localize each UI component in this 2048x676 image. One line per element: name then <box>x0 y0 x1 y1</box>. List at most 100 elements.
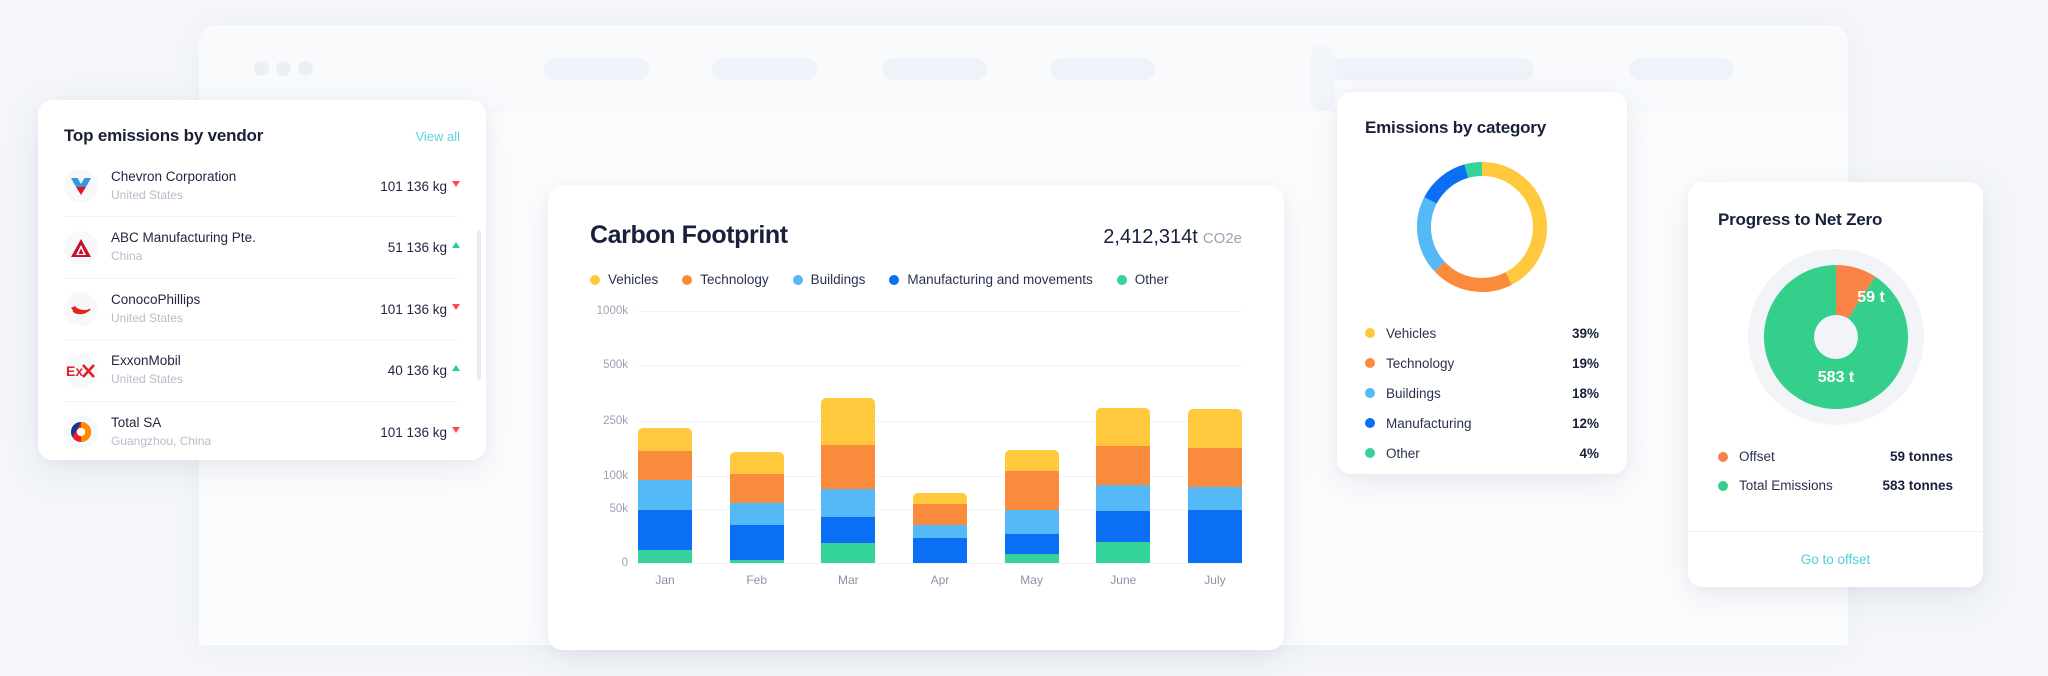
bar-column[interactable] <box>729 311 784 563</box>
total-unit: CO2e <box>1202 230 1242 247</box>
vendor-name: Chevron Corporation <box>111 169 237 184</box>
bar-segment <box>912 525 967 539</box>
y-axis: 0 50k 100k 250k 500k 1000k <box>590 305 634 569</box>
bar-column[interactable] <box>1187 311 1242 563</box>
vendor-value: 101 136 kg <box>380 302 460 317</box>
vendor-name: ExxonMobil <box>111 353 181 369</box>
legend-color-dot <box>1365 328 1375 338</box>
net-zero-donut-hole <box>1813 315 1858 359</box>
bar-segment <box>1187 486 1242 510</box>
vendor-row[interactable]: Total SA Guangzhou, China 101 136 kg <box>64 402 460 460</box>
stacked-bar[interactable] <box>638 428 692 563</box>
category-legend-row[interactable]: Vehicles 39% <box>1365 318 1599 348</box>
net-zero-legend: Offset 59 tonnes Total Emissions 583 tonnes <box>1688 432 1983 500</box>
category-legend-row[interactable]: Buildings 18% <box>1365 378 1599 408</box>
vendor-card-header: Top emissions by vendor View all <box>38 100 486 156</box>
x-axis-tick-label: Jan <box>655 573 675 587</box>
window-dot <box>276 61 291 76</box>
legend-item[interactable]: Manufacturing and movements <box>889 272 1093 287</box>
vendor-row[interactable]: ABC Manufacturing Pte. China 51 136 kg <box>64 217 460 279</box>
x-axis-tick-label: May <box>1020 573 1043 587</box>
vendor-value: 101 136 kg <box>380 425 460 440</box>
legend-item[interactable]: Technology <box>682 272 769 287</box>
vendor-row[interactable]: Chevron Corporation United States 101 13… <box>64 156 460 218</box>
total-emissions-value-label: 583 t <box>1817 369 1854 386</box>
carbon-footprint-header: Carbon Footprint 2,412,314t CO2e <box>548 185 1284 250</box>
bar-segment <box>729 559 784 563</box>
stacked-bars <box>638 311 1242 563</box>
category-label: Buildings <box>1386 385 1441 401</box>
category-percent: 18% <box>1571 385 1599 401</box>
action-placeholder-pill <box>1629 58 1734 80</box>
window-controls-dots <box>254 61 313 76</box>
bar-segment <box>638 451 692 480</box>
bar-column[interactable] <box>821 311 876 563</box>
bar-column[interactable] <box>1096 311 1151 563</box>
vendor-card-title: Top emissions by vendor <box>64 126 264 145</box>
search-placeholder-pill <box>1329 58 1534 80</box>
vendor-row[interactable]: ConocoPhillips United States 101 136 kg <box>64 279 460 341</box>
stacked-bar[interactable] <box>1004 450 1059 563</box>
chevron-logo-icon <box>64 169 98 204</box>
window-dot <box>298 61 313 76</box>
go-to-offset-link[interactable]: Go to offset <box>1801 552 1871 567</box>
bar-segment <box>1187 447 1242 487</box>
y-axis-tick-label: 50k <box>609 502 628 515</box>
vendor-list-scrollbar[interactable] <box>477 230 481 380</box>
bar-segment <box>729 502 784 525</box>
net-zero-chart-wrap: 59 t 583 t <box>1688 230 1983 432</box>
stacked-bar[interactable] <box>821 398 876 563</box>
bar-segment <box>912 493 967 505</box>
legend-label: Manufacturing and movements <box>907 272 1093 287</box>
category-legend-row[interactable]: Manufacturing 12% <box>1365 408 1599 438</box>
bar-column[interactable] <box>912 311 967 563</box>
category-percent: 4% <box>1579 445 1599 461</box>
bar-segment <box>1096 510 1151 542</box>
legend-item[interactable]: Vehicles <box>590 272 658 287</box>
vendor-text: ABC Manufacturing Pte. China <box>111 230 375 264</box>
bar-segment <box>1096 485 1151 511</box>
category-legend-row[interactable]: Technology 19% <box>1365 348 1599 378</box>
category-legend-row[interactable]: Other 4% <box>1365 438 1599 468</box>
bar-segment <box>1187 509 1242 563</box>
carbon-footprint-total: 2,412,314t CO2e <box>1103 226 1242 249</box>
legend-color-dot <box>1116 274 1127 285</box>
net-zero-legend-row[interactable]: Total Emissions 583 tonnes <box>1718 471 1953 500</box>
trend-down-icon <box>452 426 460 433</box>
legend-color-dot <box>1365 388 1375 398</box>
donut-slice-manufacturing <box>1424 164 1469 204</box>
exxonmobil-logo-icon: Ex <box>64 353 98 388</box>
net-zero-legend-value: 583 tonnes <box>1882 478 1953 493</box>
carbon-footprint-card: Carbon Footprint 2,412,314t CO2e Vehicles… <box>548 185 1284 650</box>
bar-column[interactable] <box>1004 311 1059 563</box>
stacked-bar[interactable] <box>729 451 784 563</box>
carbon-footprint-title: Carbon Footprint <box>590 221 788 249</box>
stacked-bar[interactable] <box>912 493 967 563</box>
net-zero-legend-label: Total Emissions <box>1739 478 1833 493</box>
category-label: Other <box>1386 445 1420 461</box>
total-value: 2,412,314t <box>1103 226 1198 248</box>
x-axis-tick-label: June <box>1110 573 1137 587</box>
legend-color-dot <box>682 274 693 285</box>
view-all-link[interactable]: View all <box>415 129 460 144</box>
bar-segment <box>821 516 876 544</box>
vendor-row[interactable]: Ex ExxonMobil United States 40 136 kg <box>64 340 460 402</box>
legend-item[interactable]: Buildings <box>792 272 865 287</box>
stacked-bar[interactable] <box>1096 407 1151 563</box>
legend-color-dot <box>1718 451 1728 462</box>
legend-label: Vehicles <box>608 272 659 287</box>
bar-segment <box>821 398 876 446</box>
legend-color-dot <box>792 274 803 285</box>
legend-item[interactable]: Other <box>1116 272 1169 287</box>
net-zero-legend-row[interactable]: Offset 59 tonnes <box>1718 442 1953 471</box>
y-axis-tick-label: 0 <box>621 557 628 569</box>
category-donut-wrap <box>1337 138 1627 302</box>
bar-segment <box>1004 533 1059 554</box>
vendor-amount: 101 136 kg <box>380 178 447 194</box>
bar-column[interactable] <box>638 311 692 563</box>
stacked-bar[interactable] <box>1187 409 1242 563</box>
category-percent: 39% <box>1571 325 1599 341</box>
y-axis-tick-label: 250k <box>603 414 628 427</box>
y-axis-tick-label: 500k <box>603 359 628 372</box>
progress-to-net-zero-card: Progress to Net Zero 59 t 583 t Offset 59 … <box>1688 182 1983 587</box>
